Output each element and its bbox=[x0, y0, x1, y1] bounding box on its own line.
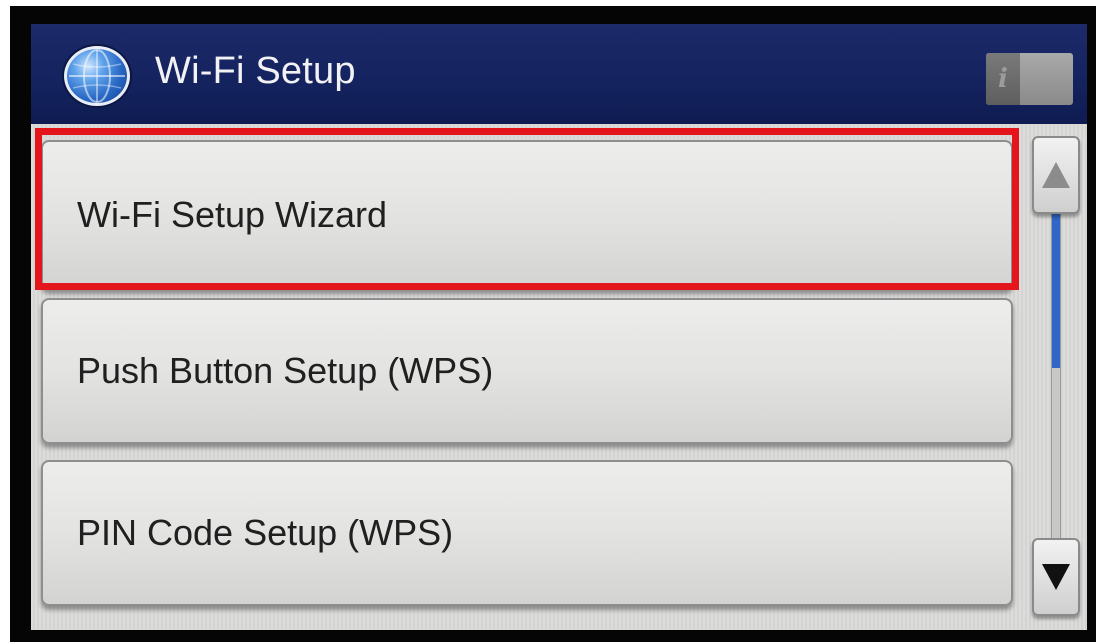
info-icon: i bbox=[986, 53, 1020, 105]
scroll-down-button[interactable] bbox=[1032, 538, 1080, 616]
scroll-up-button[interactable] bbox=[1032, 136, 1080, 214]
header-bar: Wi-Fi Setup i bbox=[31, 24, 1087, 124]
menu-item-label: Push Button Setup (WPS) bbox=[77, 350, 494, 391]
page-title: Wi-Fi Setup bbox=[155, 50, 356, 92]
arrow-down-icon bbox=[1042, 564, 1070, 590]
menu-item-pin-code-setup[interactable]: PIN Code Setup (WPS) bbox=[41, 460, 1013, 606]
arrow-up-icon bbox=[1042, 162, 1070, 188]
menu-item-push-button-setup[interactable]: Push Button Setup (WPS) bbox=[41, 298, 1013, 444]
menu-item-wifi-setup-wizard[interactable]: Wi-Fi Setup Wizard bbox=[41, 140, 1013, 290]
scrollbar-thumb[interactable] bbox=[1052, 212, 1060, 368]
menu-list: Wi-Fi Setup Wizard Push Button Setup (WP… bbox=[31, 124, 1087, 630]
menu-item-label: PIN Code Setup (WPS) bbox=[77, 512, 454, 553]
printer-lcd-screen: Wi-Fi Setup i Wi-Fi Setup Wizard Push Bu… bbox=[31, 24, 1087, 630]
menu-item-label: Wi-Fi Setup Wizard bbox=[77, 194, 388, 235]
info-button[interactable]: i bbox=[986, 53, 1073, 105]
globe-icon bbox=[64, 46, 130, 106]
scrollbar bbox=[1032, 136, 1080, 620]
